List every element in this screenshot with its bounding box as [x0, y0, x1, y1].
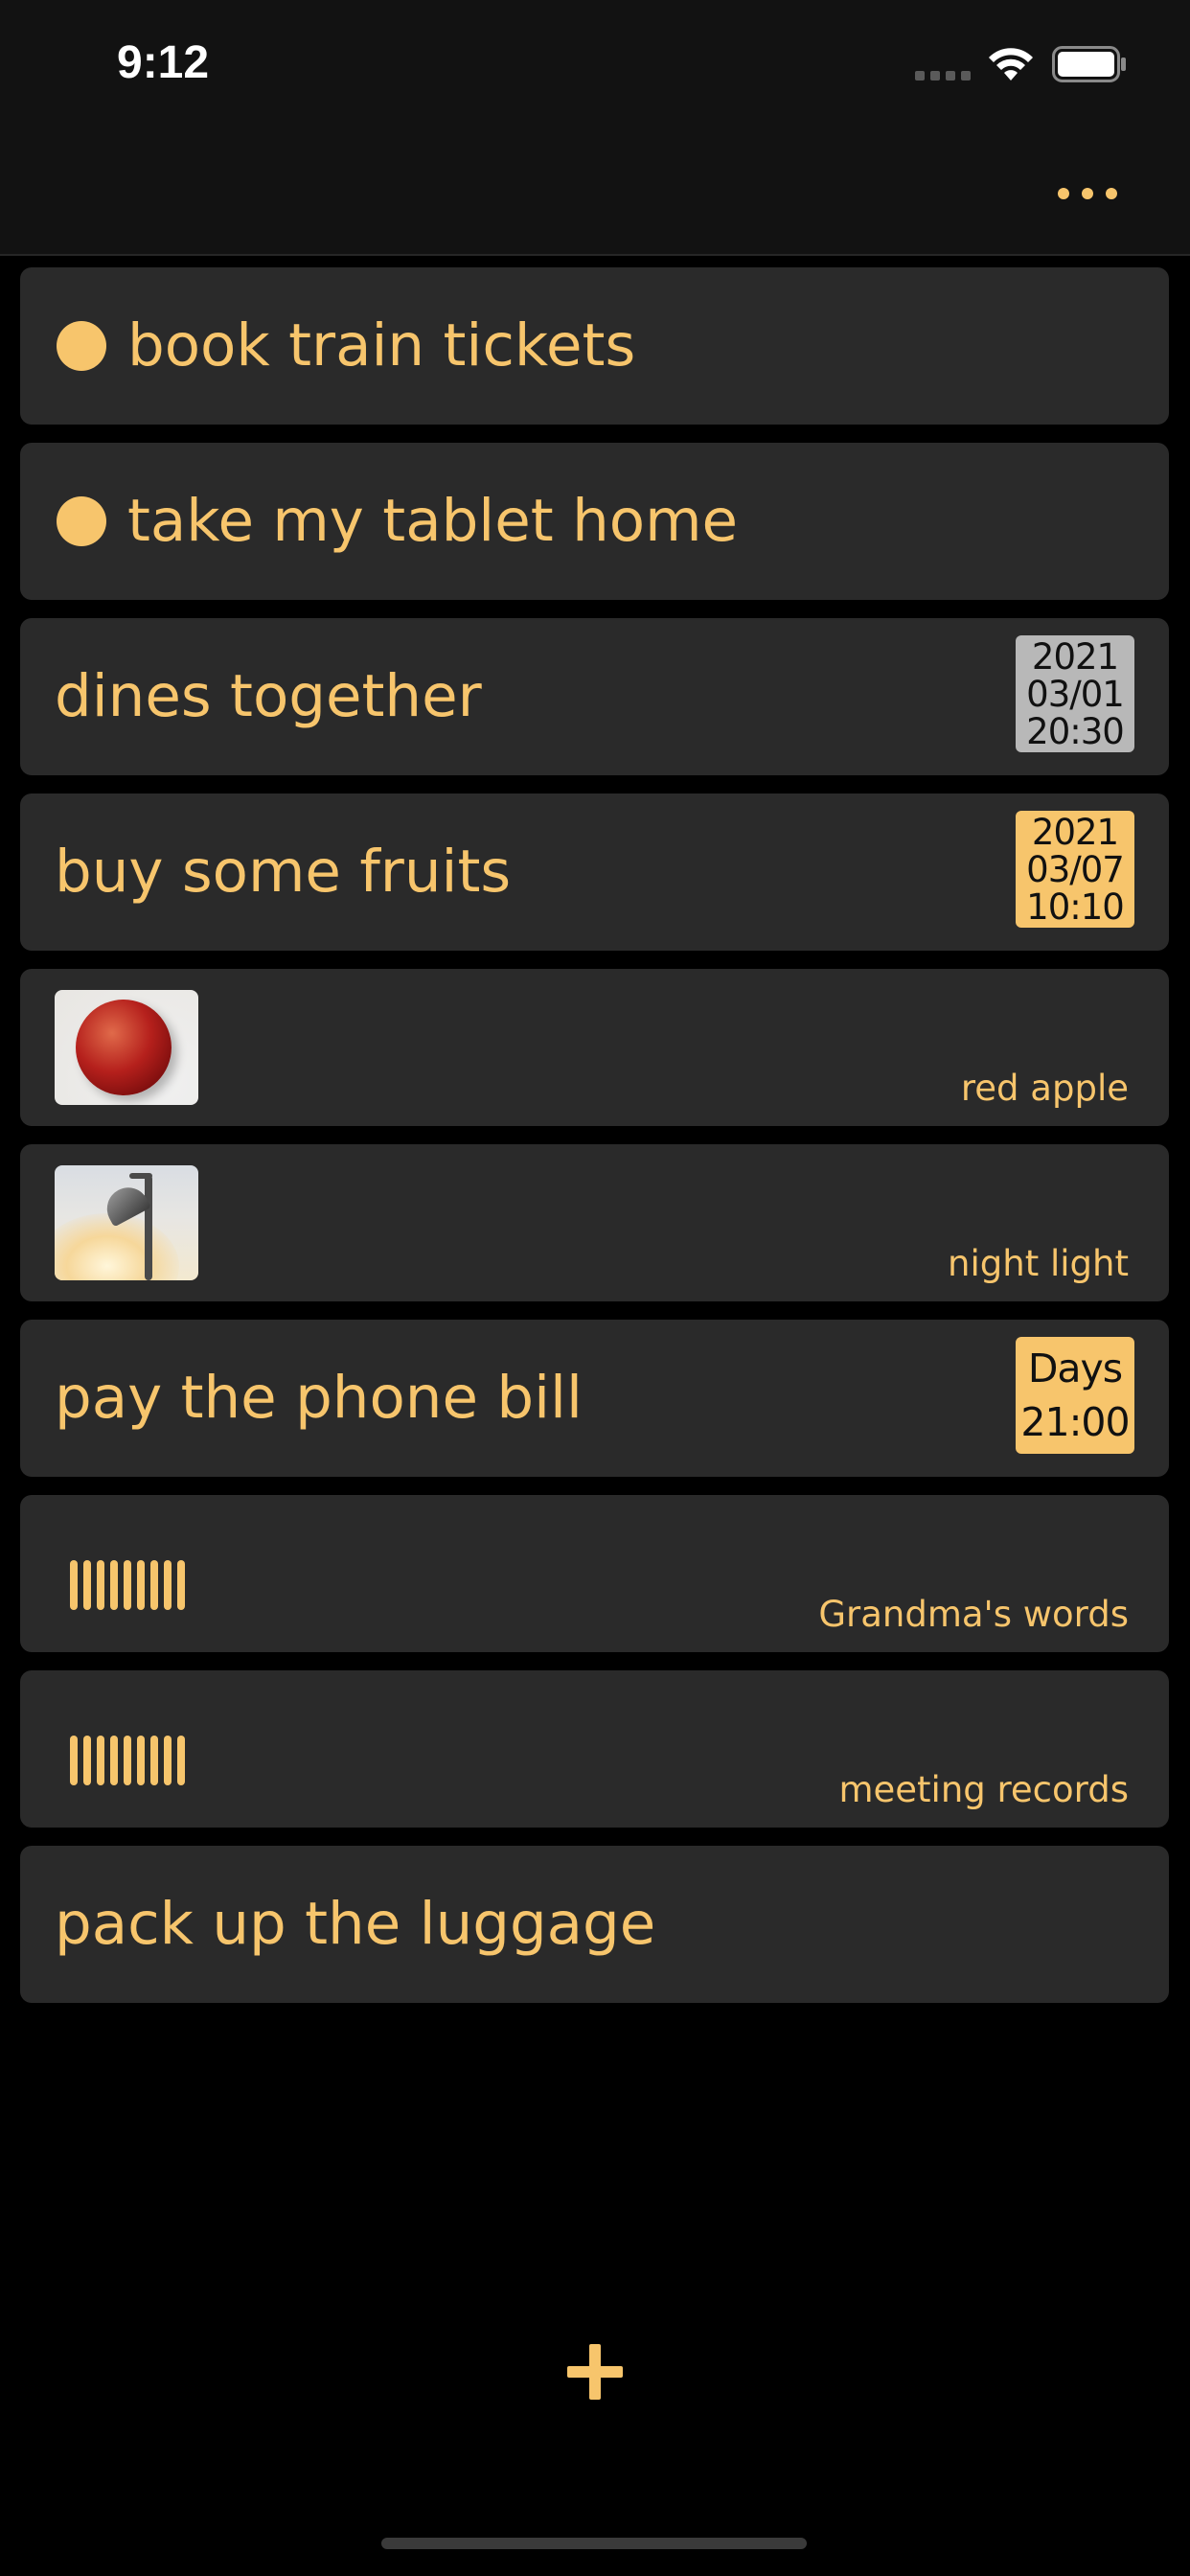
list-item[interactable]: pay the phone bill Days 21:00 [20, 1320, 1169, 1477]
status-time: 9:12 [117, 37, 210, 88]
list-item[interactable]: night light [20, 1144, 1169, 1301]
more-horizontal-icon[interactable] [1054, 182, 1121, 205]
status-dot-icon [57, 496, 106, 546]
home-indicator[interactable] [381, 2538, 807, 2549]
badge-year: 2021 [1031, 635, 1119, 678]
repeat-badge: Days 21:00 [1016, 1337, 1134, 1454]
list-item[interactable]: book train tickets [20, 267, 1169, 425]
apple-image [76, 1000, 172, 1095]
list-item[interactable]: pack up the luggage [20, 1846, 1169, 2003]
lamp-arm [145, 1175, 152, 1280]
badge-year: 2021 [1031, 811, 1119, 853]
item-title: take my tablet home [127, 487, 739, 555]
desk-lamp-photo[interactable] [55, 1165, 198, 1280]
list-item[interactable]: Grandma's words [20, 1495, 1169, 1652]
badge-date: 03/07 [1026, 848, 1125, 890]
audio-waveform-icon[interactable] [70, 1709, 204, 1785]
item-caption: night light [948, 1243, 1129, 1284]
apple-photo[interactable] [55, 990, 198, 1105]
date-badge: 2021 03/01 20:30 [1016, 635, 1134, 752]
list-item[interactable]: buy some fruits 2021 03/07 10:10 [20, 794, 1169, 951]
status-bar: 9:12 [0, 0, 1190, 129]
badge-repeat: Days [1027, 1346, 1123, 1392]
item-caption: meeting records [838, 1769, 1129, 1810]
badge-date: 03/01 [1026, 673, 1125, 715]
list-item[interactable]: meeting records [20, 1670, 1169, 1828]
item-title: book train tickets [127, 311, 636, 380]
item-title: buy some fruits [55, 838, 512, 906]
add-button[interactable] [567, 2344, 623, 2400]
plus-icon-vertical [589, 2344, 601, 2400]
list-item[interactable]: take my tablet home [20, 443, 1169, 600]
cellular-signal-icon [915, 71, 971, 80]
status-dot-icon [57, 321, 106, 371]
badge-time: 21:00 [1020, 1399, 1130, 1445]
date-badge: 2021 03/07 10:10 [1016, 811, 1134, 928]
badge-time: 10:10 [1026, 886, 1125, 928]
list-item[interactable]: dines together 2021 03/01 20:30 [20, 618, 1169, 775]
wifi-icon [989, 48, 1033, 80]
nav-bar [0, 129, 1190, 256]
item-caption: red apple [960, 1068, 1129, 1109]
badge-time: 20:30 [1026, 710, 1125, 752]
list-item[interactable]: red apple [20, 969, 1169, 1126]
audio-waveform-icon[interactable] [70, 1533, 204, 1610]
item-title: dines together [55, 662, 482, 730]
item-caption: Grandma's words [818, 1594, 1129, 1635]
item-title: pay the phone bill [55, 1364, 583, 1432]
battery-icon [1052, 46, 1126, 82]
item-title: pack up the luggage [55, 1890, 656, 1958]
